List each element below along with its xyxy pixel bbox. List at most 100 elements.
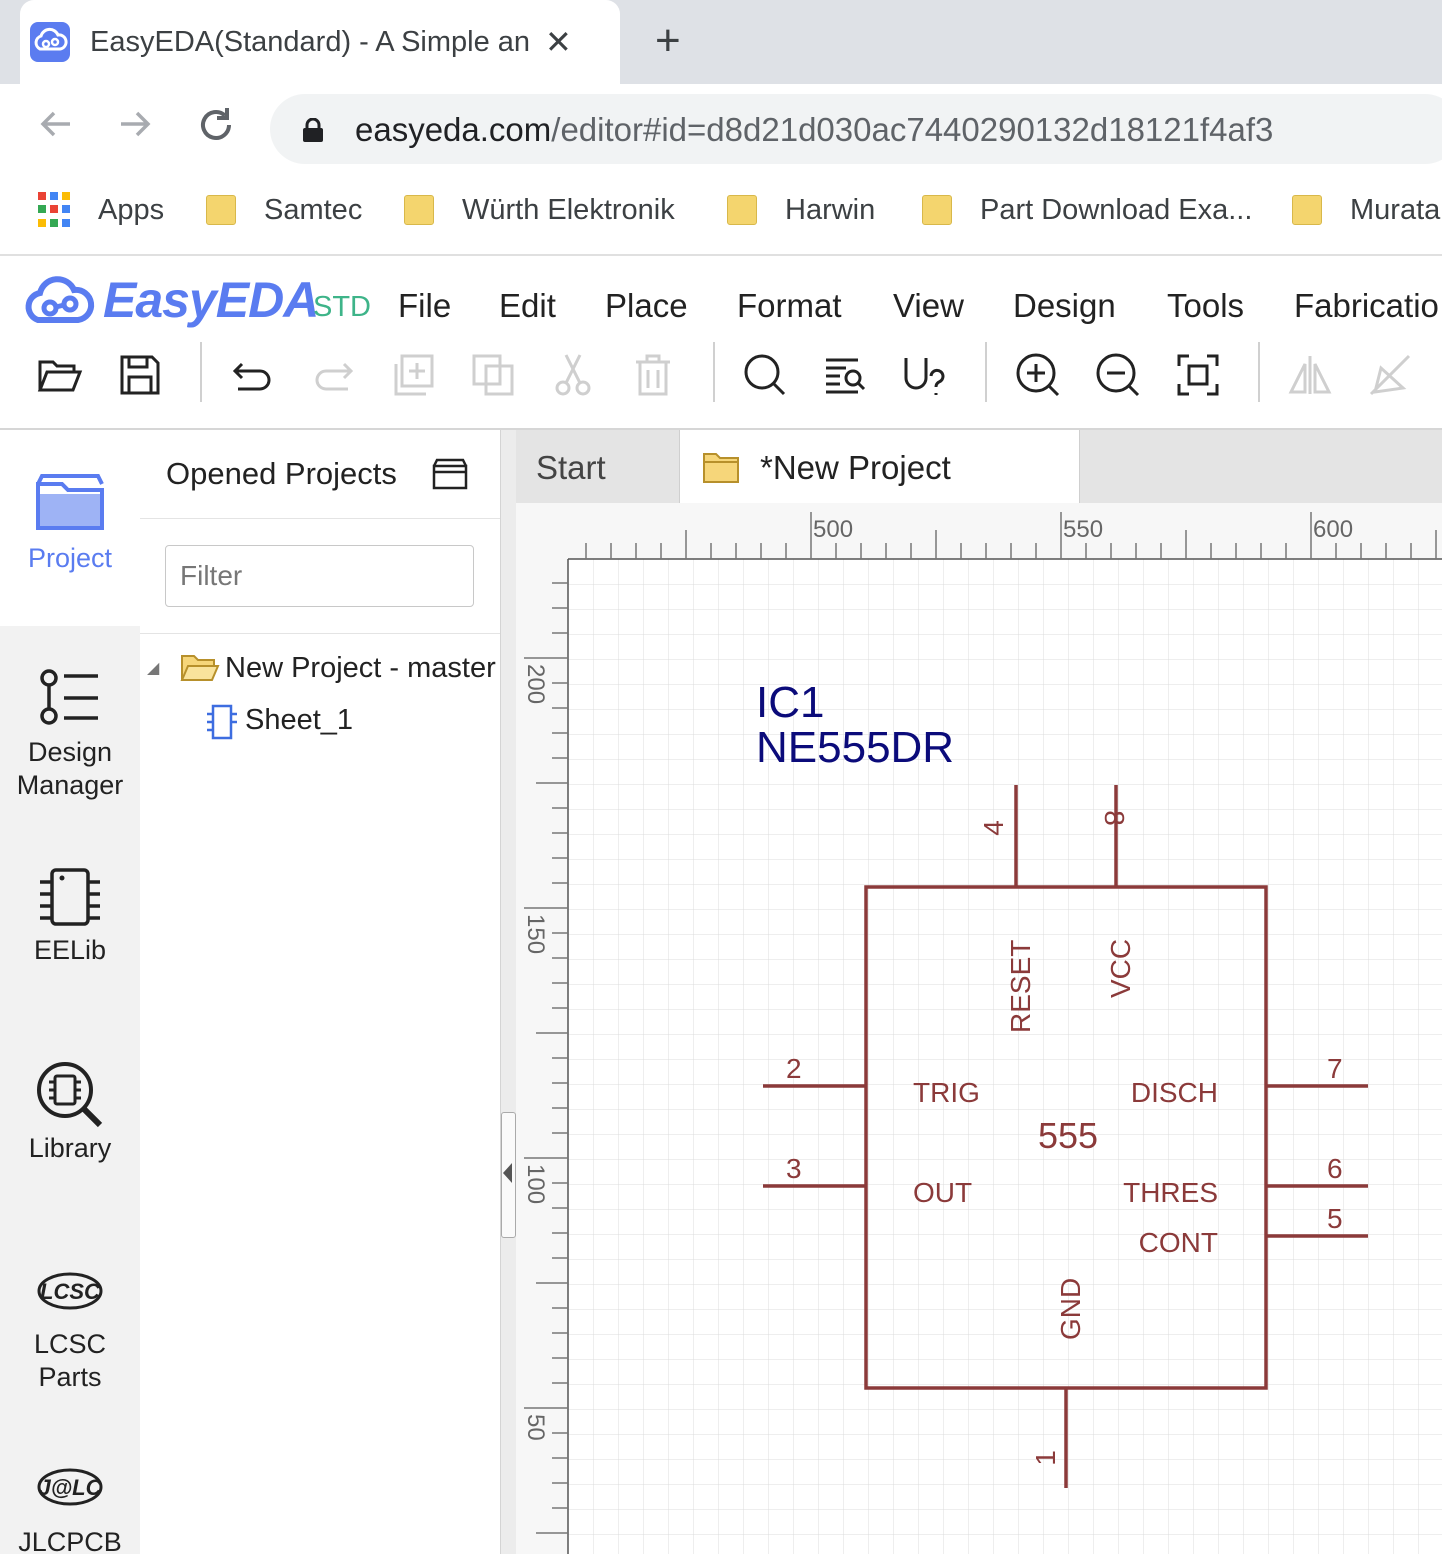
folder-icon xyxy=(404,195,434,225)
nav-label: Design Manager xyxy=(16,737,124,800)
url-host: easyeda.com xyxy=(355,111,552,148)
pin-number: 5 xyxy=(1327,1203,1343,1234)
ruler-label-top: 550 xyxy=(1063,516,1103,543)
app-toolbar xyxy=(0,346,1442,430)
apps-grid-icon xyxy=(38,192,74,228)
duplicate-icon[interactable] xyxy=(388,350,438,400)
panel-title: Opened Projects xyxy=(166,456,397,491)
menu-design[interactable]: Design xyxy=(1013,286,1116,326)
panel-divider xyxy=(140,633,500,634)
menu-fabrication[interactable]: Fabricatio xyxy=(1294,286,1439,326)
pin-number: 4 xyxy=(978,820,1009,836)
pin-number: 8 xyxy=(1099,810,1130,826)
tree-project-item[interactable]: New Project - master xyxy=(225,650,500,686)
bookmark-label: Harwin xyxy=(785,193,876,226)
back-arrow-icon[interactable] xyxy=(36,104,76,156)
tab-start[interactable]: Start xyxy=(516,430,679,503)
ruler-label-left: 100 xyxy=(522,1164,549,1204)
ruler-label-top: 600 xyxy=(1313,516,1353,543)
easyeda-logo-text: EasyEDA xyxy=(103,272,319,328)
menu-view[interactable]: View xyxy=(893,286,964,326)
folder-icon xyxy=(1292,195,1322,225)
menu-file[interactable]: File xyxy=(398,286,451,326)
unknown-part-icon[interactable] xyxy=(900,350,950,400)
filter-input[interactable] xyxy=(165,545,474,607)
tab-close-icon[interactable]: ✕ xyxy=(545,22,572,62)
tree-expand-arrow-icon[interactable]: ◢ xyxy=(147,658,159,678)
bookmark-murata[interactable]: Murata xyxy=(1292,188,1440,232)
collapse-panel-handle[interactable] xyxy=(501,1112,516,1238)
flip-horizontal-icon[interactable] xyxy=(1285,350,1335,400)
toolbar-separator xyxy=(713,342,715,402)
zoom-in-icon[interactable] xyxy=(1013,350,1063,400)
folder-icon xyxy=(703,453,739,483)
menu-format[interactable]: Format xyxy=(737,286,842,326)
panel-splitter[interactable] xyxy=(500,430,517,1554)
menu-tools[interactable]: Tools xyxy=(1167,286,1244,326)
undo-icon[interactable] xyxy=(228,350,278,400)
component-designator: IC1 xyxy=(756,678,824,727)
jlc-logo-icon: J@LC xyxy=(37,1468,103,1506)
pin-name: GND xyxy=(1055,1278,1086,1340)
reload-icon[interactable] xyxy=(195,104,237,158)
open-folder-icon[interactable] xyxy=(35,350,85,400)
menu-edit[interactable]: Edit xyxy=(499,286,556,326)
toolbar-separator xyxy=(200,342,202,402)
svg-text:LCSC: LCSC xyxy=(40,1279,101,1304)
tab-new-project[interactable]: *New Project xyxy=(679,430,1080,504)
chip-icon xyxy=(40,868,100,926)
pin-number: 1 xyxy=(1030,1450,1061,1466)
schematic-canvas[interactable]: 500 550 600 200 150 100 50 IC1 NE555DR 5… xyxy=(516,503,1442,1554)
svg-text:J@LC: J@LC xyxy=(38,1475,102,1500)
nav-label: Project xyxy=(27,543,113,573)
flip-vertical-icon[interactable] xyxy=(1365,350,1415,400)
folder-icon xyxy=(922,195,952,225)
nav-library[interactable]: Library xyxy=(0,1060,140,1170)
search-icon[interactable] xyxy=(740,350,790,400)
toolbar-separator xyxy=(985,342,987,402)
cut-icon[interactable] xyxy=(548,350,598,400)
bookmark-label: Apps xyxy=(98,193,165,226)
tab-label: Start xyxy=(536,449,606,486)
bookmark-harwin[interactable]: Harwin xyxy=(727,188,875,232)
bookmark-label: Würth Elektronik xyxy=(462,193,675,226)
tab-label: *New Project xyxy=(760,449,951,486)
schematic-sheet-icon xyxy=(205,704,239,745)
pin-name: TRIG xyxy=(913,1077,980,1108)
find-list-icon[interactable] xyxy=(820,350,870,400)
tree-sheet-item[interactable]: Sheet_1 xyxy=(245,702,353,738)
toolbar-separator xyxy=(1258,342,1260,402)
bookmark-apps[interactable]: Apps xyxy=(38,188,164,232)
component-body-label: 555 xyxy=(1038,1115,1098,1156)
bookmark-samtec[interactable]: Samtec xyxy=(206,188,362,232)
save-icon[interactable] xyxy=(115,350,165,400)
new-tab-plus-icon[interactable]: + xyxy=(655,18,681,64)
pin-number: 2 xyxy=(786,1053,802,1084)
nav-lcsc-parts[interactable]: LCSC LCSC Parts xyxy=(0,1270,140,1395)
bookmark-wurth[interactable]: Würth Elektronik xyxy=(404,188,675,232)
nav-design-manager[interactable]: Design Manager xyxy=(0,668,140,808)
project-folder-icon xyxy=(36,474,104,530)
lock-icon[interactable] xyxy=(302,117,324,142)
nav-jlcpcb[interactable]: J@LC JLCPCB xyxy=(0,1466,140,1557)
pin-name: RESET xyxy=(1005,940,1036,1033)
pin-name: THRES xyxy=(1123,1177,1218,1208)
url-text[interactable]: easyeda.com/editor#id=d8d21d030ac7440290… xyxy=(355,108,1273,152)
copy-icon[interactable] xyxy=(468,350,518,400)
menu-place[interactable]: Place xyxy=(605,286,688,326)
fit-view-icon[interactable] xyxy=(1173,350,1223,400)
zoom-out-icon[interactable] xyxy=(1093,350,1143,400)
delete-icon[interactable] xyxy=(628,350,678,400)
canvas-grid xyxy=(568,559,1442,1554)
component-part-name: NE555DR xyxy=(756,723,954,772)
nav-project[interactable]: Project xyxy=(0,470,140,580)
open-project-folder-icon[interactable] xyxy=(432,458,468,495)
forward-arrow-icon[interactable] xyxy=(115,104,155,156)
library-search-icon xyxy=(37,1062,103,1128)
bookmark-label: Part Download Exa... xyxy=(980,193,1253,226)
pin-number: 3 xyxy=(786,1153,802,1184)
redo-icon[interactable] xyxy=(308,350,358,400)
design-manager-icon xyxy=(40,669,98,725)
bookmark-part-download[interactable]: Part Download Exa... xyxy=(922,188,1252,232)
nav-eelib[interactable]: EELib xyxy=(0,866,140,976)
